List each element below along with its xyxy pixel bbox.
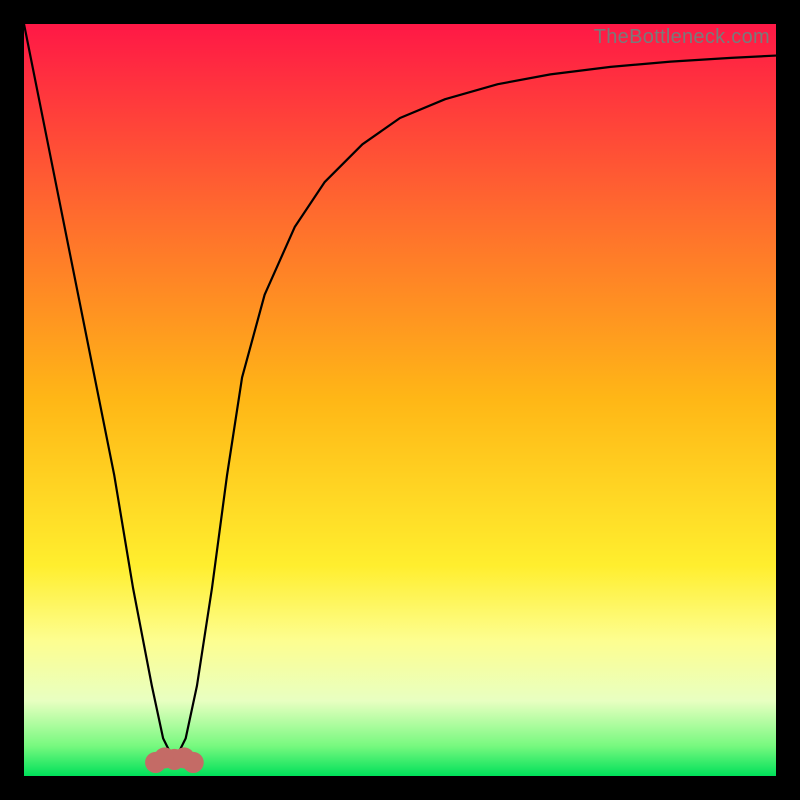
marker-dot [183, 752, 204, 773]
watermark-text: TheBottleneck.com [594, 26, 770, 49]
gradient-background [24, 24, 776, 776]
chart-frame: TheBottleneck.com [24, 24, 776, 776]
bottleneck-chart [24, 24, 776, 776]
